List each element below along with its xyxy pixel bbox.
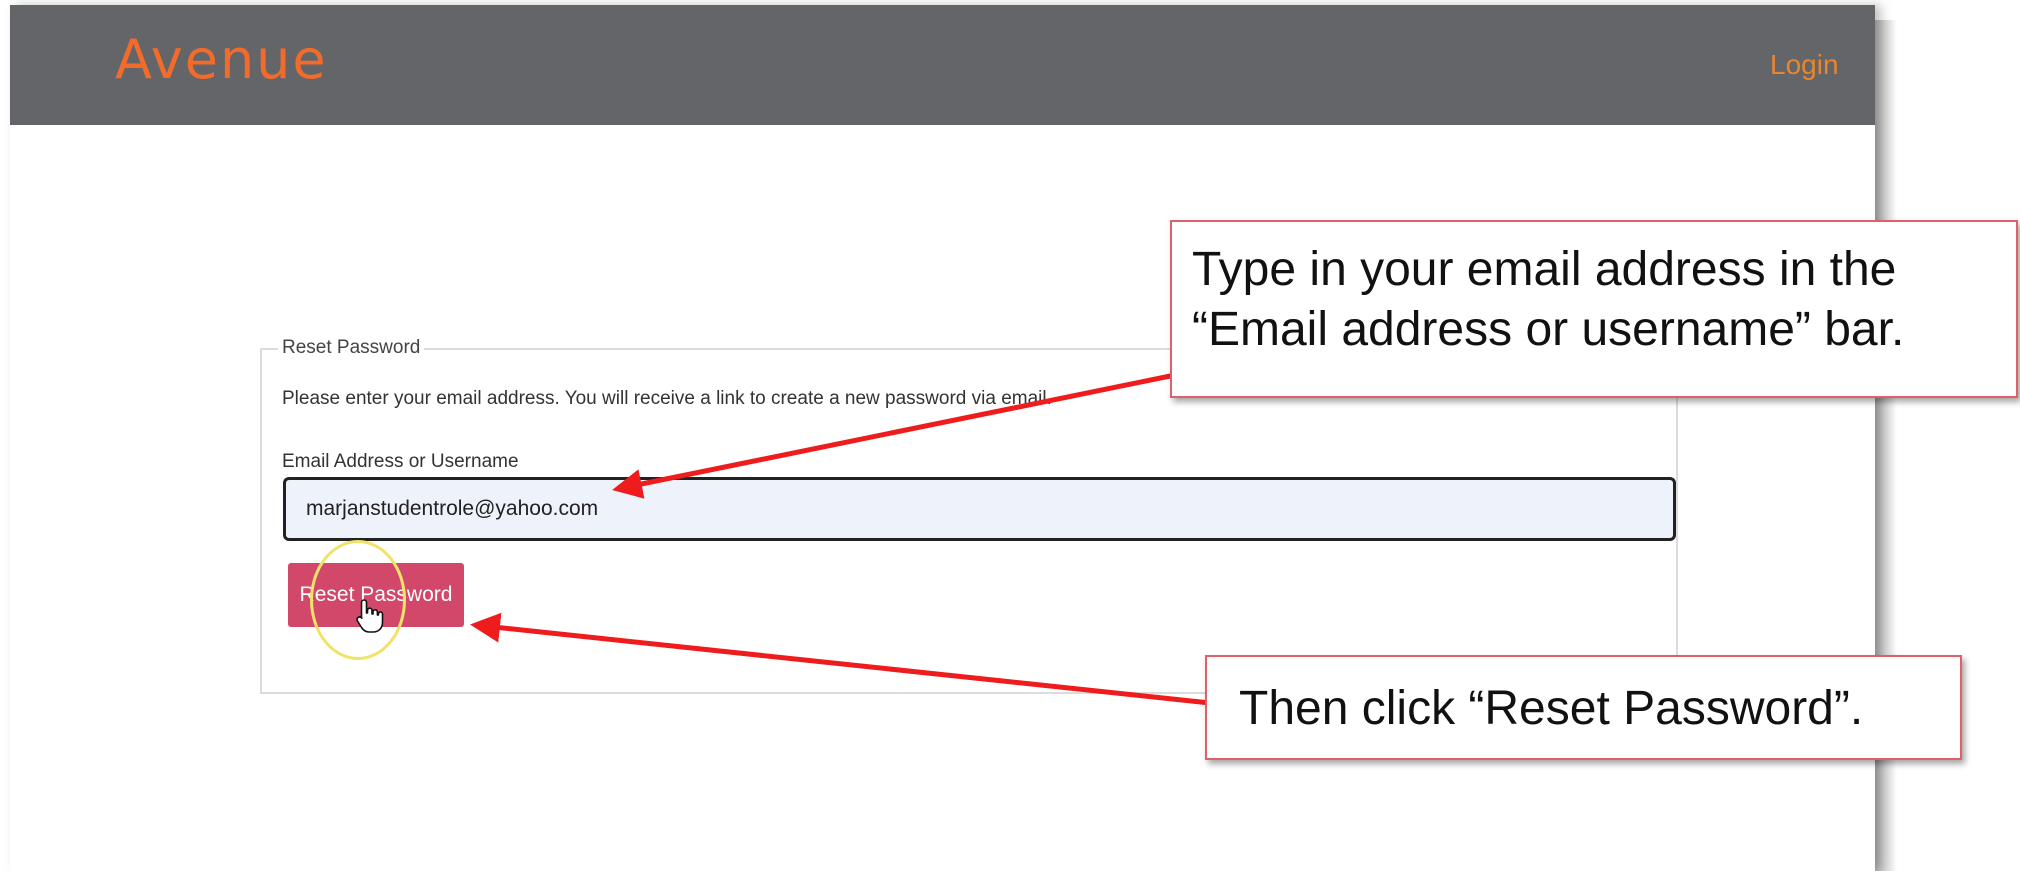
- email-instruction-callout: Type in your email address in the “Email…: [1170, 220, 2018, 398]
- top-navbar: Avenue Login: [10, 5, 1875, 125]
- email-field-label: Email Address or Username: [282, 451, 519, 472]
- fieldset-legend: Reset Password: [278, 335, 425, 361]
- brand-logo[interactable]: Avenue: [115, 25, 328, 95]
- login-link[interactable]: Login: [1770, 47, 1839, 83]
- reset-password-button[interactable]: Reset Password: [288, 563, 464, 627]
- email-callout-line-1: Type in your email address in the: [1192, 243, 1897, 296]
- email-input[interactable]: [283, 477, 1676, 541]
- instructions-text: Please enter your email address. You wil…: [282, 388, 1052, 409]
- tutorial-slide: Avenue Login Reset Password Please enter…: [0, 0, 2020, 871]
- reset-callout-text: Then click “Reset Password”.: [1239, 682, 1864, 735]
- email-callout-line-2: “Email address or username” bar.: [1192, 303, 1905, 356]
- reset-instruction-callout: Then click “Reset Password”.: [1205, 655, 1962, 760]
